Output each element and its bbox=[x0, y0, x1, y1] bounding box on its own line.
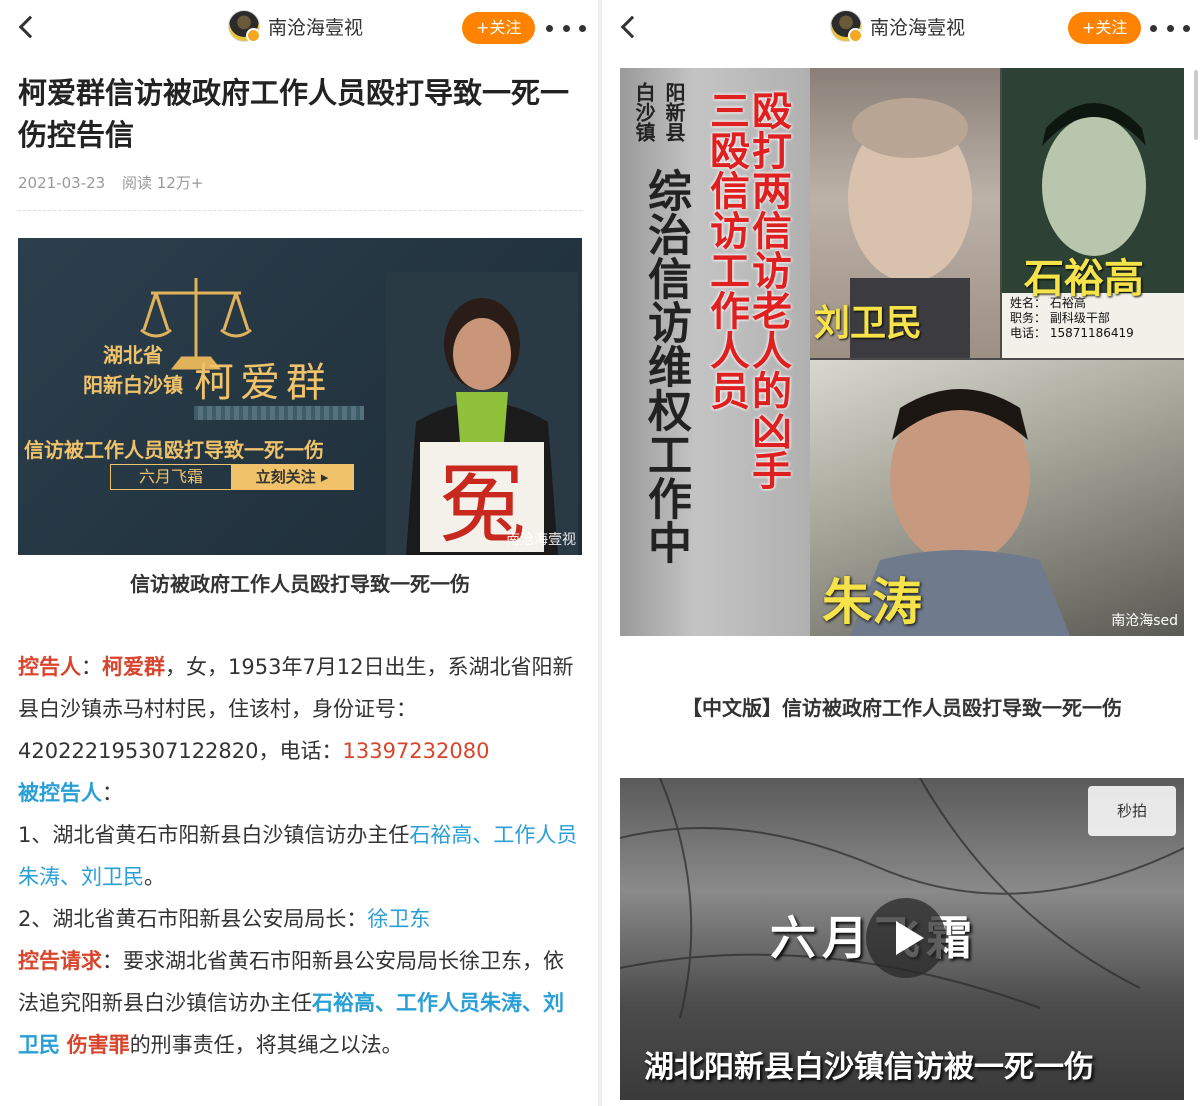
article-title: 柯爱群信访被政府工作人员殴打导致一死一伤控告信 bbox=[18, 76, 570, 152]
image-watermark: 南沧海sed bbox=[1111, 613, 1178, 629]
image-watermark: 南沧海壹视 bbox=[506, 532, 576, 548]
publish-date: 2021-03-23 bbox=[18, 174, 106, 192]
photo-zhu-tao: 朱涛 bbox=[810, 360, 1184, 636]
crime-label: 伤害罪 bbox=[66, 1033, 130, 1057]
article-body: 控告人：柯爱群，女，1953年7月12日出生，系湖北省阳新县白沙镇赤马村村民，住… bbox=[18, 655, 578, 1057]
banner-stripe bbox=[194, 406, 364, 420]
video-subtitle: 湖北阳新县白沙镇信访被一死一伤 bbox=[644, 1050, 1094, 1085]
poster-red-text-1: 三殴信访工作人员 bbox=[703, 90, 750, 410]
defendant-item-1: 1、湖北省黄石市阳新县白沙镇信访办主任 bbox=[18, 823, 410, 847]
back-button[interactable] bbox=[612, 8, 646, 46]
plaintiff-name: 柯爱群 bbox=[102, 655, 165, 679]
follow-button[interactable]: +关注 bbox=[462, 12, 536, 44]
article-meta: 2021-03-23 阅读 12万+ bbox=[18, 172, 215, 193]
avatar bbox=[228, 10, 261, 43]
follow-button[interactable]: +关注 bbox=[1068, 12, 1142, 44]
request-label: 控告请求 bbox=[18, 949, 102, 973]
photo-shi-yugao: 石裕高 姓名： 石裕高 职务： 副科级干部 电话： 15871186419 bbox=[1002, 68, 1184, 358]
banner-follow-cta[interactable]: 立刻关注 ▸ bbox=[231, 465, 353, 489]
id-card-text: 姓名： 石裕高 职务： 副科级干部 电话： 15871186419 bbox=[1010, 296, 1134, 340]
account-name: 南沧海壹视 bbox=[870, 16, 966, 39]
poster-red-text-2: 殴打两信访老人的凶手 bbox=[745, 90, 792, 490]
left-article-panel: 南沧海壹视 +关注 柯爱群信访被政府工作人员殴打导致一死一伤控告信 2021-0… bbox=[0, 0, 598, 1106]
avatar bbox=[830, 10, 863, 43]
image-caption: 信访被政府工作人员殴打导致一死一伤 bbox=[130, 572, 470, 596]
account-header[interactable]: 南沧海壹视 bbox=[228, 10, 364, 43]
read-count: 阅读 12万+ bbox=[121, 174, 204, 192]
sign-text-c: 综治信访维权工作中 bbox=[640, 168, 691, 564]
play-icon[interactable] bbox=[866, 898, 946, 978]
more-options-icon[interactable] bbox=[546, 14, 586, 42]
phone-link[interactable]: 13397232080 bbox=[343, 739, 490, 763]
photo-liu-weimin: 刘卫民 bbox=[810, 68, 1000, 358]
more-options-icon[interactable] bbox=[1150, 14, 1190, 42]
banner-name: 柯爱群 bbox=[194, 360, 332, 406]
miaopai-badge: 秒拍 bbox=[1088, 786, 1176, 836]
banner-region: 湖北省 阳新白沙镇 bbox=[83, 343, 183, 397]
video-player[interactable]: 六月飞霜 秒拍 湖北阳新县白沙镇信访被一死一伤 bbox=[620, 778, 1184, 1100]
account-header[interactable]: 南沧海壹视 bbox=[830, 10, 966, 43]
scrollbar[interactable] bbox=[1194, 70, 1198, 140]
top-bar: 南沧海壹视 +关注 bbox=[602, 0, 1200, 54]
name-liu-weimin: 刘卫民 bbox=[814, 302, 923, 344]
right-article-panel: 南沧海壹视 +关注 白沙镇 阳新县 综治信访维权工作中 三殴信访工作人员 殴打两… bbox=[602, 0, 1200, 1106]
defendant-label: 被控告人 bbox=[18, 781, 102, 805]
banner-tag-label: 六月飞霜 bbox=[138, 467, 203, 486]
plaintiff-label: 控告人 bbox=[18, 655, 81, 679]
request-end: 的刑事责任，将其绳之以法。 bbox=[129, 1033, 403, 1057]
suspects-poster-image[interactable]: 白沙镇 阳新县 综治信访维权工作中 三殴信访工作人员 殴打两信访老人的凶手 刘卫… bbox=[620, 68, 1184, 636]
defendant-item-2: 2、湖北省黄石市阳新县公安局局长： bbox=[18, 907, 368, 931]
banner-headline: 信访被工作人员殴打导致一死一伤 bbox=[24, 438, 324, 462]
banner-tag: 六月飞霜 立刻关注 ▸ bbox=[110, 464, 354, 490]
back-button[interactable] bbox=[10, 8, 44, 46]
sign-text-b: 阳新县 bbox=[662, 82, 686, 142]
name-zhu-tao: 朱涛 bbox=[822, 572, 922, 631]
sign-text-a: 白沙镇 bbox=[632, 82, 656, 142]
chevron-left-icon bbox=[620, 15, 644, 39]
article-banner-image[interactable]: 湖北省 阳新白沙镇 柯爱群 信访被工作人员殴打导致一死一伤 六月飞霜 立刻关注 … bbox=[18, 238, 582, 555]
chevron-left-icon bbox=[18, 15, 42, 39]
defendant-item-2-name[interactable]: 徐卫东 bbox=[367, 907, 430, 931]
account-name: 南沧海壹视 bbox=[268, 16, 364, 39]
top-bar: 南沧海壹视 +关注 bbox=[0, 0, 598, 54]
image-caption: 【中文版】信访被政府工作人员殴打导致一死一伤 bbox=[682, 696, 1122, 720]
woman-photo: 冤 bbox=[386, 272, 578, 555]
divider-line bbox=[18, 210, 582, 211]
